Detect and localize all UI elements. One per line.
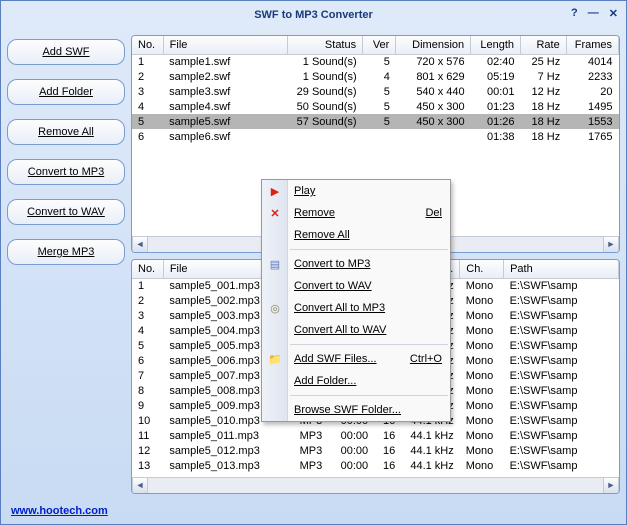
scroll-right-icon[interactable]: ► — [603, 237, 619, 253]
sidebar-button-remove-all[interactable]: Remove All — [7, 119, 125, 145]
sidebar-button-convert-to-mp3[interactable]: Convert to MP3 — [7, 159, 125, 185]
menu-separator — [290, 249, 448, 250]
swf-col-header[interactable]: File — [163, 36, 288, 54]
swf-col-header[interactable]: Length — [471, 36, 521, 54]
output-scrollbar[interactable]: ◄ ► — [132, 477, 619, 493]
app-window: SWF to MP3 Converter ? — ✕ Add SWF Add Fo… — [0, 0, 627, 525]
sidebar-button-add-swf[interactable]: Add SWF — [7, 39, 125, 65]
table-row[interactable]: 6sample6.swf01:3818 Hz1765 — [132, 129, 619, 144]
swf-col-header[interactable]: Status — [288, 36, 363, 54]
x-icon: ✕ — [267, 205, 283, 221]
menu-item-label: Convert All to WAV — [294, 324, 386, 336]
menu-item-remove-all[interactable]: Remove All — [262, 224, 450, 246]
menu-item-label: Browse SWF Folder... — [294, 404, 401, 416]
doc-icon: ▤ — [267, 256, 283, 272]
footer: www.hootech.com — [1, 500, 626, 522]
menu-separator — [290, 344, 448, 345]
swf-col-header[interactable]: Dimension — [396, 36, 471, 54]
website-link[interactable]: www.hootech.com — [11, 505, 108, 517]
titlebar: SWF to MP3 Converter ? — ✕ — [1, 1, 626, 29]
menu-item-browse-swf-folder[interactable]: Browse SWF Folder... — [262, 399, 450, 421]
swf-table: No.FileStatusVerDimensionLengthRateFrame… — [132, 36, 619, 144]
menu-item-convert-to-wav[interactable]: Convert to WAV — [262, 275, 450, 297]
out-col-header[interactable]: Ch. — [460, 260, 504, 278]
menu-item-label: Convert All to MP3 — [294, 302, 385, 314]
menu-item-label: Play — [294, 185, 315, 197]
menu-item-remove[interactable]: ✕ Remove Del — [262, 202, 450, 224]
menu-shortcut: Ctrl+O — [410, 353, 442, 365]
sidebar: Add SWF Add Folder Remove All Convert to MP… — [7, 35, 125, 494]
sidebar-button-convert-to-wav[interactable]: Convert to WAV — [7, 199, 125, 225]
table-row[interactable]: 1sample1.swf1 Sound(s)5720 x 57602:4025 … — [132, 54, 619, 69]
table-row[interactable]: 2sample2.swf1 Sound(s)4801 x 62905:197 H… — [132, 69, 619, 84]
menu-separator — [290, 395, 448, 396]
menu-item-convert-all-to-wav[interactable]: Convert All to WAV — [262, 319, 450, 341]
help-icon[interactable]: ? — [571, 7, 578, 20]
fold-icon: 📁 — [267, 351, 283, 367]
menu-item-label: Remove — [294, 207, 335, 219]
sidebar-button-add-folder[interactable]: Add Folder — [7, 79, 125, 105]
menu-item-label: Remove All — [294, 229, 350, 241]
swf-col-header[interactable]: No. — [132, 36, 163, 54]
out-col-header[interactable]: Path — [504, 260, 619, 278]
menu-item-convert-to-mp3[interactable]: ▤ Convert to MP3 — [262, 253, 450, 275]
menu-item-convert-all-to-mp3[interactable]: ◎ Convert All to MP3 — [262, 297, 450, 319]
menu-item-label: Convert to MP3 — [294, 258, 370, 270]
scroll-left-icon[interactable]: ◄ — [132, 237, 148, 253]
table-row[interactable]: 11sample5_011.mp3MP300:001644.1 kHzMonoE… — [132, 428, 619, 443]
table-row[interactable]: 13sample5_013.mp3MP300:001644.1 kHzMonoE… — [132, 458, 619, 473]
menu-item-play[interactable]: ▶ Play — [262, 180, 450, 202]
scroll-right-icon[interactable]: ► — [603, 478, 619, 494]
swf-col-header[interactable]: Rate — [521, 36, 567, 54]
window-title: SWF to MP3 Converter — [254, 9, 373, 21]
table-row[interactable]: 4sample4.swf50 Sound(s)5450 x 30001:2318… — [132, 99, 619, 114]
menu-item-add-folder[interactable]: Add Folder... — [262, 370, 450, 392]
table-row[interactable]: 12sample5_012.mp3MP300:001644.1 kHzMonoE… — [132, 443, 619, 458]
context-menu: ▶ Play ✕ Remove Del Remove All ▤ Convert to MP3… — [261, 179, 451, 422]
menu-item-add-swf-files[interactable]: 📁 Add SWF Files... Ctrl+O — [262, 348, 450, 370]
close-icon[interactable]: ✕ — [609, 7, 618, 20]
menu-item-label: Add Folder... — [294, 375, 356, 387]
cd-icon: ◎ — [267, 300, 283, 316]
menu-shortcut: Del — [425, 207, 442, 219]
scroll-left-icon[interactable]: ◄ — [132, 478, 148, 494]
menu-item-label: Convert to WAV — [294, 280, 372, 292]
table-row[interactable]: 5sample5.swf57 Sound(s)5450 x 30001:2618… — [132, 114, 619, 129]
swf-col-header[interactable]: Ver — [363, 36, 396, 54]
table-row[interactable]: 3sample3.swf29 Sound(s)5540 x 44000:0112… — [132, 84, 619, 99]
swf-col-header[interactable]: Frames — [566, 36, 618, 54]
out-col-header[interactable]: No. — [132, 260, 163, 278]
minimize-icon[interactable]: — — [588, 7, 599, 20]
menu-item-label: Add SWF Files... — [294, 353, 377, 365]
play-icon: ▶ — [267, 183, 283, 199]
sidebar-button-merge-mp3[interactable]: Merge MP3 — [7, 239, 125, 265]
